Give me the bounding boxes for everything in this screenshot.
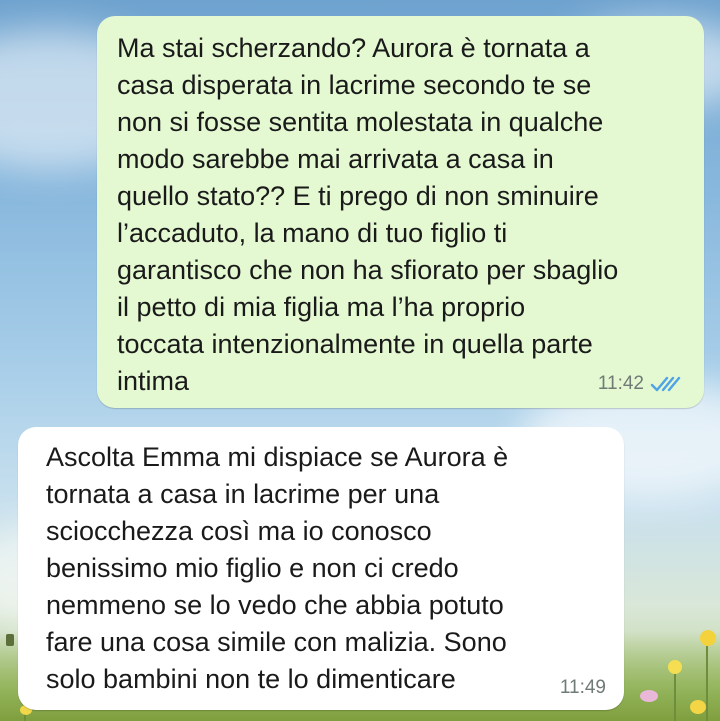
message-line: nemmeno se lo vedo che abbia potuto (46, 590, 504, 620)
message-line: Ascolta Emma mi dispiace se Aurora è (46, 442, 509, 472)
incoming-message-bubble[interactable]: Ascolta Emma mi dispiace se Aurora è tor… (18, 427, 624, 710)
message-line: quello stato?? E ti prego di non sminuir… (117, 181, 599, 211)
message-timestamp: 11:42 (597, 373, 644, 394)
message-line: l’accaduto, la mano di tuo figlio ti (117, 218, 508, 248)
wallpaper-flower (668, 660, 682, 674)
message-line: solo bambini non te lo dimenticare (46, 664, 456, 694)
wallpaper-flower (690, 700, 706, 714)
message-line: Ma stai scherzando? Aurora è tornata a (117, 33, 590, 63)
outgoing-message-bubble[interactable]: Ma stai scherzando? Aurora è tornata a c… (97, 16, 704, 408)
message-line: non si fosse sentita molestata in qualch… (117, 107, 604, 137)
wallpaper-flower (640, 690, 658, 702)
wallpaper-flower (700, 630, 716, 646)
message-line: il petto di mia figlia ma l’ha proprio (117, 292, 526, 322)
message-line: sciocchezza così ma io conosco (46, 516, 432, 546)
wallpaper-flower (6, 634, 14, 646)
wallpaper-flower-stem (706, 646, 708, 721)
message-timestamp: 11:49 (559, 677, 606, 698)
message-meta: 11:49 (560, 678, 606, 698)
message-line: fare una cosa simile con malizia. Sono (46, 627, 507, 657)
message-line: casa disperata in lacrime secondo te se (117, 70, 592, 100)
wallpaper-flower-stem (674, 674, 676, 721)
message-line: benissimo mio figlio e non ci credo (46, 553, 459, 583)
message-meta: 11:42 (598, 374, 682, 394)
message-line: garantisco che non ha sfiorato per sbagl… (117, 255, 619, 285)
double-check-read-icon (650, 376, 681, 392)
message-line: toccata intenzionalmente in quella parte (117, 329, 593, 359)
message-line: tornata a casa in lacrime per una (46, 479, 440, 509)
message-line: modo sarebbe mai arrivata a casa in (117, 144, 554, 174)
